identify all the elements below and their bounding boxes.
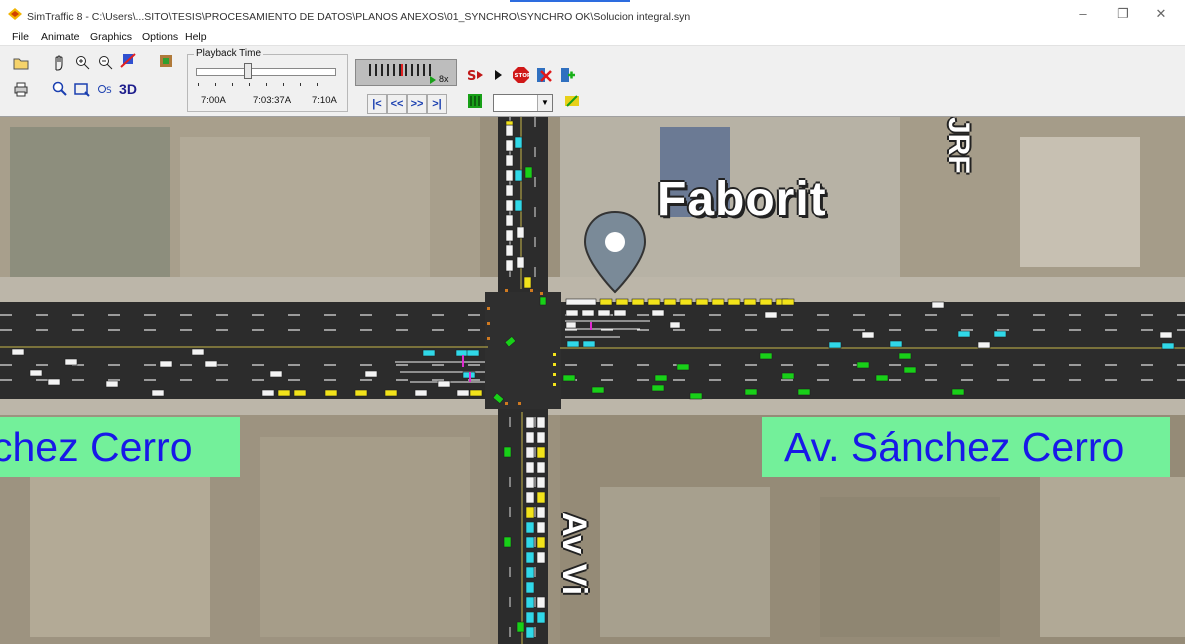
zoom-scale-button[interactable]: [71, 78, 93, 100]
vertical-street-label-top: JRF: [942, 117, 975, 174]
title-accent: [510, 0, 630, 2]
go-to-start-button[interactable]: |<: [367, 94, 387, 114]
zoom-show-button[interactable]: S: [94, 78, 116, 100]
menu-graphics[interactable]: Graphics: [90, 31, 132, 43]
close-button[interactable]: ✕: [1141, 5, 1181, 25]
zoom-scale-icon: [74, 83, 90, 97]
street-label-right-text: Av. Sánchez Cerro: [784, 424, 1125, 470]
place-label: Faborit: [657, 173, 827, 226]
zoom-extents-button[interactable]: [117, 50, 139, 72]
record-button[interactable]: [556, 64, 578, 86]
menu-animate[interactable]: Animate: [41, 31, 80, 43]
pan-button[interactable]: [48, 52, 70, 74]
svg-text:STOP: STOP: [515, 73, 531, 79]
zoom-extents-icon: [120, 53, 136, 68]
cars-icon: [565, 95, 579, 107]
print-icon: [14, 82, 28, 97]
toolbar: S 3D Playback Time 7:00A 7:03:37A 7:10A …: [0, 45, 1185, 117]
title-bar: SimTraffic 8 - C:\Users\...SITO\TESIS\PR…: [0, 0, 1185, 30]
step-back-button[interactable]: <<: [387, 94, 407, 114]
pan-icon: [55, 55, 63, 71]
step-sim-button[interactable]: S: [464, 64, 486, 86]
run-icon: [468, 94, 482, 108]
speed-bars: [369, 64, 431, 76]
cars-button[interactable]: [561, 90, 583, 112]
street-label-left-text: chez Cerro: [0, 424, 193, 470]
go-to-end-button[interactable]: >|: [427, 94, 447, 114]
open-button[interactable]: [10, 52, 32, 74]
time-end: 7:10A: [312, 95, 337, 106]
restore-button[interactable]: ❐: [1103, 5, 1143, 25]
chevron-down-icon[interactable]: ▼: [537, 95, 552, 111]
print-button[interactable]: [10, 78, 32, 100]
svg-text:S: S: [467, 69, 476, 84]
street-label-left: chez Cerro: [0, 417, 240, 477]
3d-view-button[interactable]: 3D: [117, 78, 139, 100]
menu-options[interactable]: Options: [142, 31, 178, 43]
window-title: SimTraffic 8 - C:\Users\...SITO\TESIS\PR…: [27, 11, 691, 23]
playback-ticks: [198, 83, 334, 86]
simulation-map[interactable]: Faborit chez Cerro Av. Sánchez Cerro JRF…: [0, 117, 1185, 644]
stop-icon: STOP: [513, 67, 531, 83]
playback-time-label: Playback Time: [194, 48, 264, 59]
zoom-select[interactable]: ▼: [493, 94, 553, 112]
menu-bar: File Animate Graphics Options Help: [0, 30, 1185, 45]
cancel-record-button[interactable]: [533, 64, 555, 86]
play-button[interactable]: [487, 64, 509, 86]
zoom-in-button[interactable]: [71, 52, 93, 74]
run-button[interactable]: [464, 90, 486, 112]
speed-value: 8x: [439, 74, 449, 84]
speed-indicator: [401, 64, 403, 76]
svg-text:S: S: [106, 86, 112, 96]
menu-file[interactable]: File: [12, 31, 29, 43]
zoom-window-icon: [52, 81, 67, 96]
stop-button[interactable]: STOP: [510, 64, 532, 86]
zoom-in-icon: [76, 56, 90, 70]
playback-slider[interactable]: [196, 68, 336, 76]
play-icon: [495, 70, 502, 80]
step-icon: S: [467, 69, 483, 84]
map-signals-icon: [160, 55, 172, 67]
minimize-button[interactable]: –: [1063, 5, 1103, 25]
zoom-window-button[interactable]: [48, 78, 70, 100]
open-icon: [13, 58, 29, 70]
cancel-record-icon: [537, 68, 552, 82]
record-icon: [561, 68, 575, 82]
speed-play-icon: [430, 76, 436, 84]
time-start: 7:00A: [201, 95, 226, 106]
map-signals-button[interactable]: [155, 50, 177, 72]
zoom-out-icon: [99, 56, 113, 70]
zoom-show-icon: S: [98, 85, 112, 96]
simtraffic-app-icon: [8, 8, 22, 20]
street-label-right: Av. Sánchez Cerro: [762, 417, 1170, 477]
playback-slider-thumb[interactable]: [244, 63, 252, 79]
menu-help[interactable]: Help: [185, 31, 207, 43]
map-canvas: [0, 117, 1185, 644]
zoom-out-button[interactable]: [94, 52, 116, 74]
vertical-street-label-bottom: Av Vi: [555, 512, 592, 596]
step-forward-button[interactable]: >>: [407, 94, 427, 114]
time-current: 7:03:37A: [253, 95, 292, 106]
